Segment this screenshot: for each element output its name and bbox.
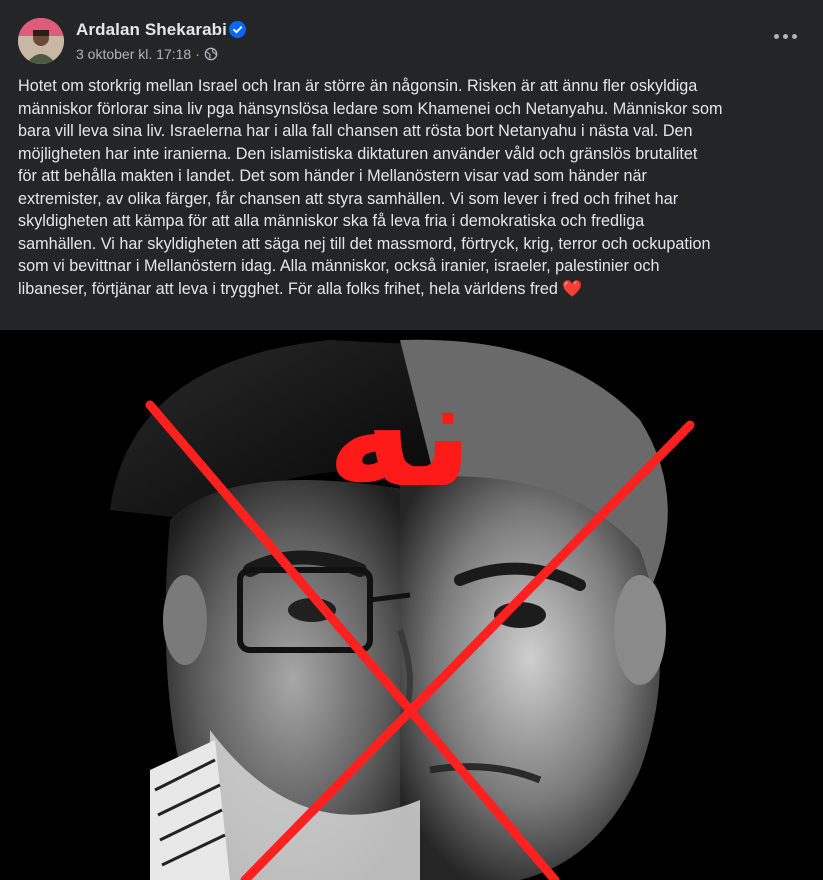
author-name[interactable]: Ardalan Shekarabi xyxy=(76,20,227,40)
facebook-post: Ardalan Shekarabi 3 oktober kl. 17:18 · … xyxy=(0,0,823,880)
post-image-artwork: نه xyxy=(0,330,823,880)
post-image[interactable]: نه xyxy=(0,330,823,880)
meta-separator: · xyxy=(195,46,200,62)
heart-emoji: ❤️ xyxy=(562,279,583,298)
more-options-button[interactable] xyxy=(767,24,803,48)
globe-icon[interactable] xyxy=(204,47,218,61)
post-meta: 3 oktober kl. 17:18 · xyxy=(76,45,218,63)
overlay-text: نه xyxy=(326,347,473,521)
post-header: Ardalan Shekarabi 3 oktober kl. 17:18 · xyxy=(0,0,823,70)
avatar-image xyxy=(18,18,64,64)
author-avatar[interactable] xyxy=(18,18,64,64)
post-body-text: Hotet om storkrig mellan Israel och Iran… xyxy=(18,75,808,300)
post-timestamp[interactable]: 3 oktober kl. 17:18 xyxy=(76,46,191,62)
more-options-icon xyxy=(773,33,779,39)
post-text: Hotet om storkrig mellan Israel och Iran… xyxy=(18,77,723,298)
verified-badge-icon xyxy=(229,21,246,38)
